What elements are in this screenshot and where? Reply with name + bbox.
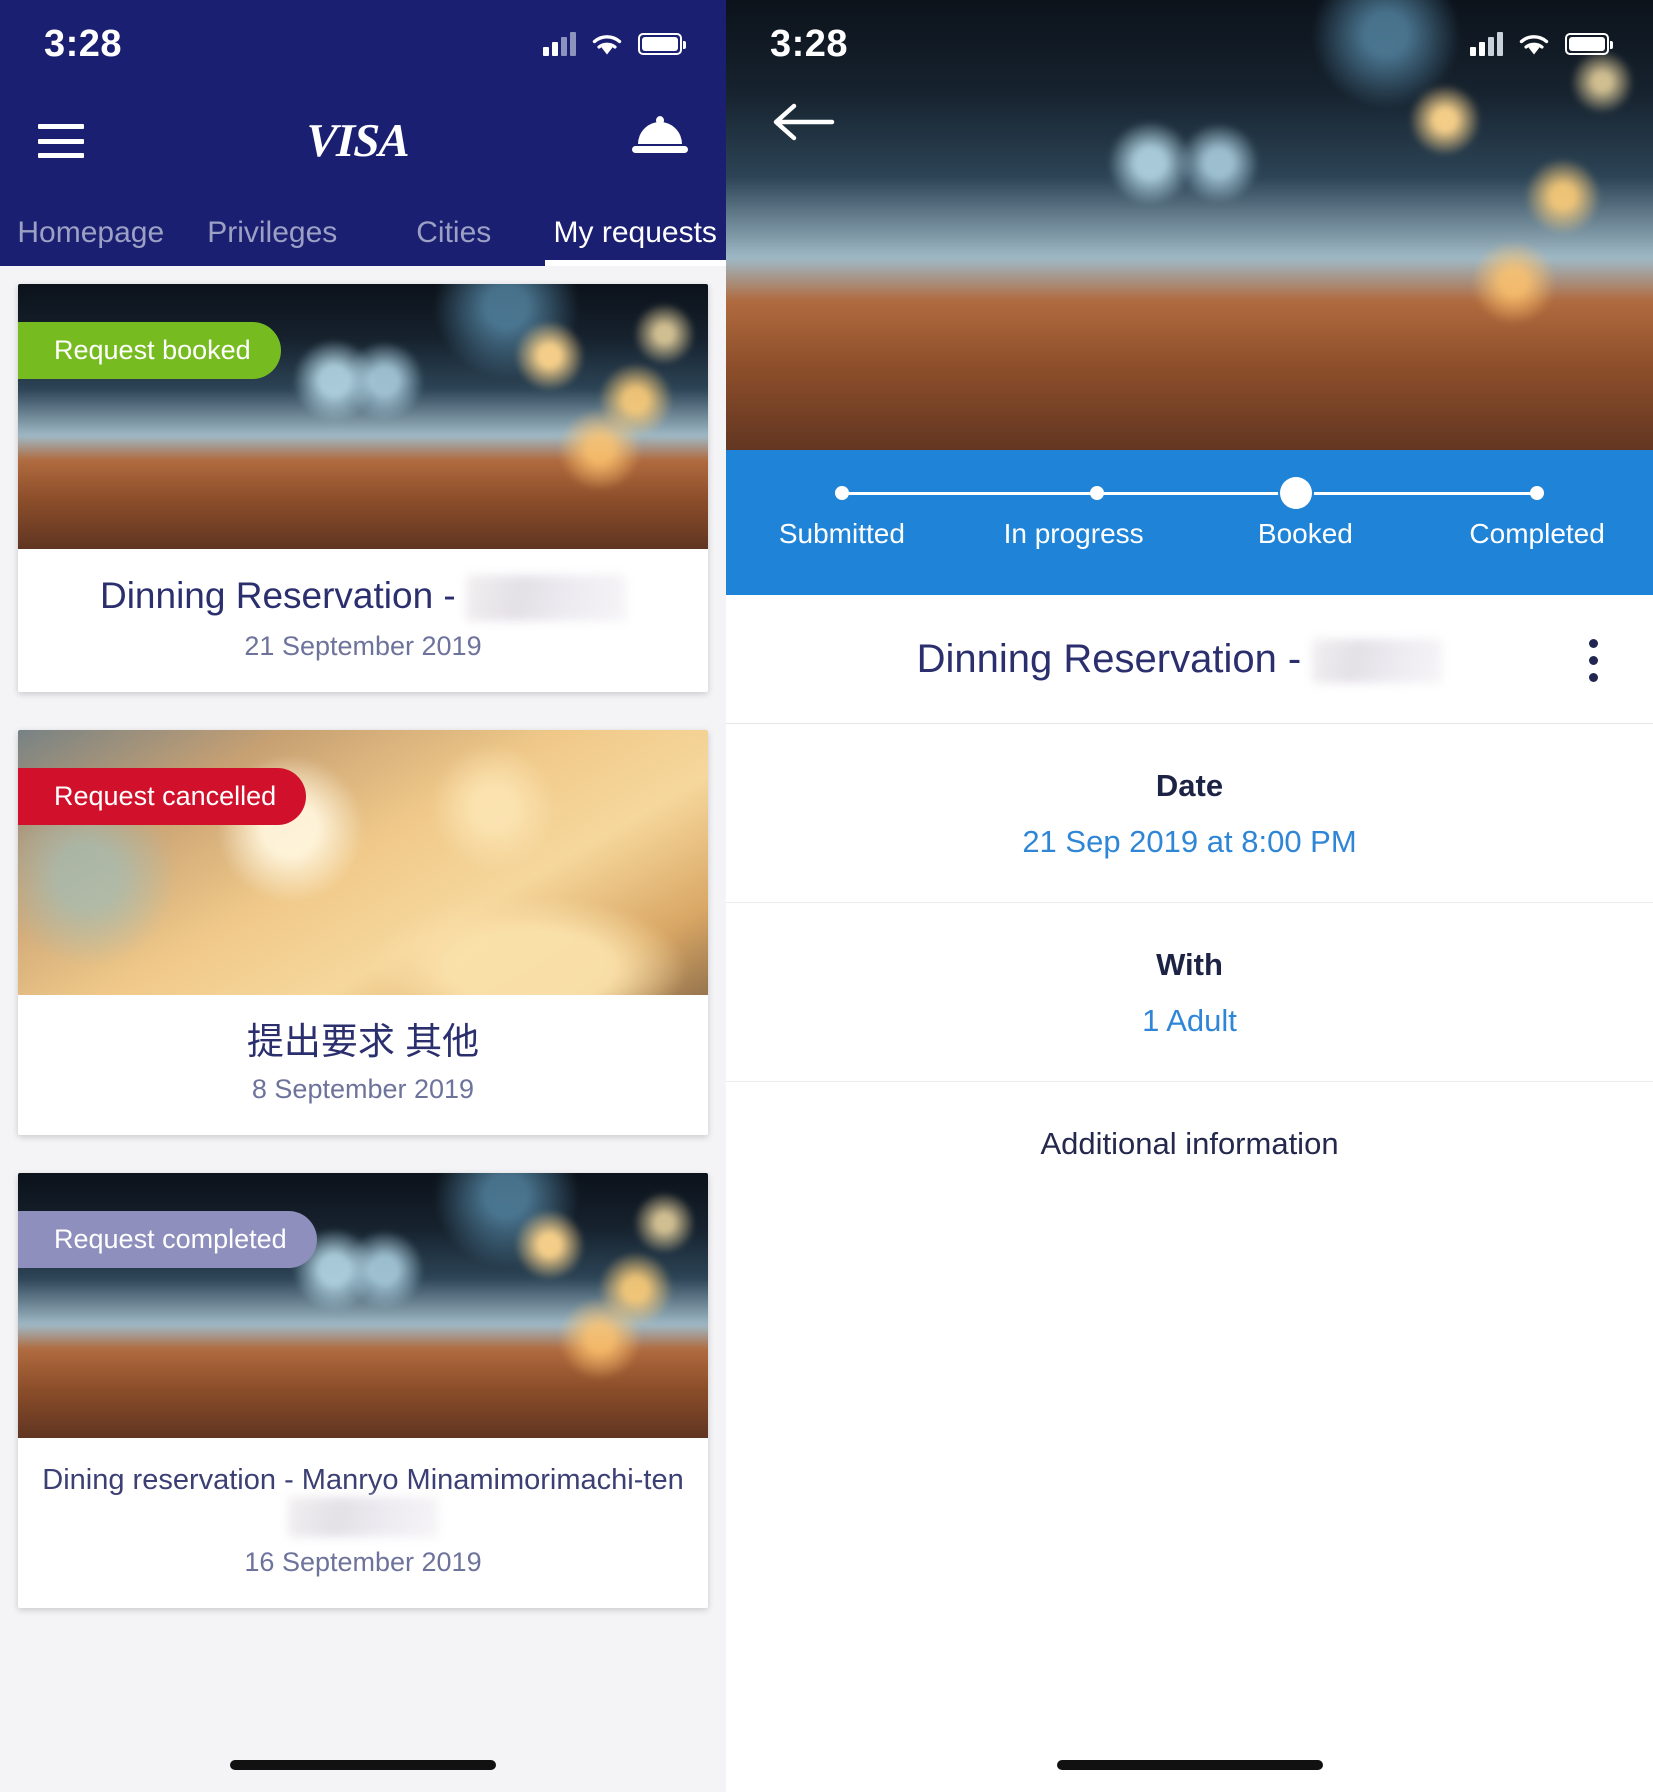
home-indicator — [230, 1760, 496, 1770]
left-nav-row: VISA — [0, 88, 726, 194]
status-time: 3:28 — [44, 22, 123, 65]
status-badge: Request completed — [18, 1210, 317, 1268]
redacted-text — [1312, 639, 1443, 684]
tab-homepage[interactable]: Homepage — [0, 216, 182, 266]
card-body: Dinning Reservation - 21 September 2019 — [18, 549, 708, 692]
card-date: 16 September 2019 — [244, 1547, 482, 1578]
detail-field-date: Date 21 Sep 2019 at 8:00 PM — [726, 724, 1653, 904]
detail-field-with: With 1 Adult — [726, 903, 1653, 1083]
field-value[interactable]: 21 Sep 2019 at 8:00 PM — [746, 824, 1633, 860]
wifi-icon — [1519, 35, 1549, 55]
arrow-left-icon[interactable] — [770, 96, 836, 148]
stepper-dot-submitted — [834, 486, 849, 500]
status-icons — [543, 31, 686, 57]
request-card[interactable]: Request booked Dinning Reservation - 21 … — [18, 284, 708, 693]
battery-icon — [638, 33, 686, 55]
field-value[interactable]: 1 Adult — [746, 1003, 1633, 1039]
field-label: With — [1156, 947, 1223, 983]
page-title: Dinning Reservation - — [916, 637, 1313, 681]
detail-field-additional-information: Additional information — [726, 1082, 1653, 1204]
stepper-label-completed: Completed — [1469, 518, 1605, 549]
stepper-label-submitted: Submitted — [778, 518, 905, 549]
stepper-label-in-progress: In progress — [1003, 518, 1144, 549]
request-card-list: Request booked Dinning Reservation - 21 … — [0, 266, 726, 1609]
tab-privileges[interactable]: Privileges — [182, 216, 364, 266]
card-title-row: Dining reservation - Manryo Minamimorima… — [18, 1463, 708, 1538]
dual-phone-screenshot: 3:28 VISA Homepage Privileges Cities My … — [0, 0, 1653, 1792]
card-date: 8 September 2019 — [251, 1073, 475, 1104]
right-status-bar: 3:28 — [726, 0, 1653, 88]
field-label: Additional information — [1040, 1126, 1339, 1162]
service-bell-icon[interactable] — [631, 116, 688, 164]
tab-my-requests[interactable]: My requests — [544, 216, 727, 266]
request-card[interactable]: Request cancelled 提出要求 其他 8 September 20… — [18, 730, 708, 1135]
wifi-icon — [592, 35, 622, 55]
stepper-dot-in-progress — [1089, 486, 1104, 500]
stepper-track — [726, 477, 1653, 509]
card-title-row: Dinning Reservation - — [18, 575, 708, 622]
request-card[interactable]: Request completed Dining reservation - M… — [18, 1172, 708, 1609]
left-app-header: 3:28 VISA Homepage Privileges Cities My … — [0, 0, 726, 266]
left-status-bar: 3:28 — [0, 0, 726, 88]
battery-icon — [1565, 33, 1613, 55]
visa-logo: VISA — [305, 115, 411, 167]
stepper-line — [841, 492, 1538, 495]
status-badge: Request booked — [18, 322, 281, 379]
status-time: 3:28 — [770, 22, 849, 65]
stepper-dot-completed — [1530, 486, 1545, 500]
card-photo: Request completed — [18, 1172, 708, 1438]
card-title: Dining reservation - Manryo Minamimorima… — [42, 1463, 684, 1496]
stepper-dot-booked — [1280, 477, 1313, 509]
hamburger-menu-icon[interactable] — [38, 124, 84, 158]
left-phone-my-requests-screen: 3:28 VISA Homepage Privileges Cities My … — [0, 0, 726, 1792]
card-photo: Request booked — [18, 284, 708, 549]
status-icons — [1470, 31, 1613, 57]
detail-hero-image: 3:28 — [726, 0, 1653, 450]
tab-bar: Homepage Privileges Cities My requests — [0, 194, 726, 266]
right-phone-request-detail-screen: 3:28 Submitted In progress Booked Comple… — [726, 0, 1653, 1792]
card-title: 提出要求 其他 — [246, 1021, 480, 1063]
cellular-bars-icon — [543, 32, 576, 56]
card-body: Dining reservation - Manryo Minamimorima… — [18, 1438, 708, 1608]
card-photo: Request cancelled — [18, 730, 708, 996]
card-title: Dinning Reservation - — [99, 575, 467, 616]
redacted-text — [288, 1497, 438, 1538]
stepper-label-booked: Booked — [1257, 518, 1353, 549]
detail-title-text: Dinning Reservation - — [726, 637, 1573, 684]
redacted-text — [466, 575, 627, 622]
detail-title-row: Dinning Reservation - — [726, 595, 1653, 725]
card-body: 提出要求 其他 8 September 2019 — [18, 995, 708, 1135]
tab-cities[interactable]: Cities — [363, 216, 545, 266]
request-progress-stepper: Submitted In progress Booked Completed — [726, 450, 1653, 595]
stepper-labels: Submitted In progress Booked Completed — [726, 518, 1653, 550]
cellular-bars-icon — [1470, 32, 1503, 56]
status-badge: Request cancelled — [18, 768, 307, 826]
home-indicator — [1056, 1760, 1323, 1770]
kebab-menu-icon[interactable] — [1573, 638, 1613, 682]
field-label: Date — [1155, 768, 1224, 804]
card-date: 21 September 2019 — [244, 631, 482, 662]
